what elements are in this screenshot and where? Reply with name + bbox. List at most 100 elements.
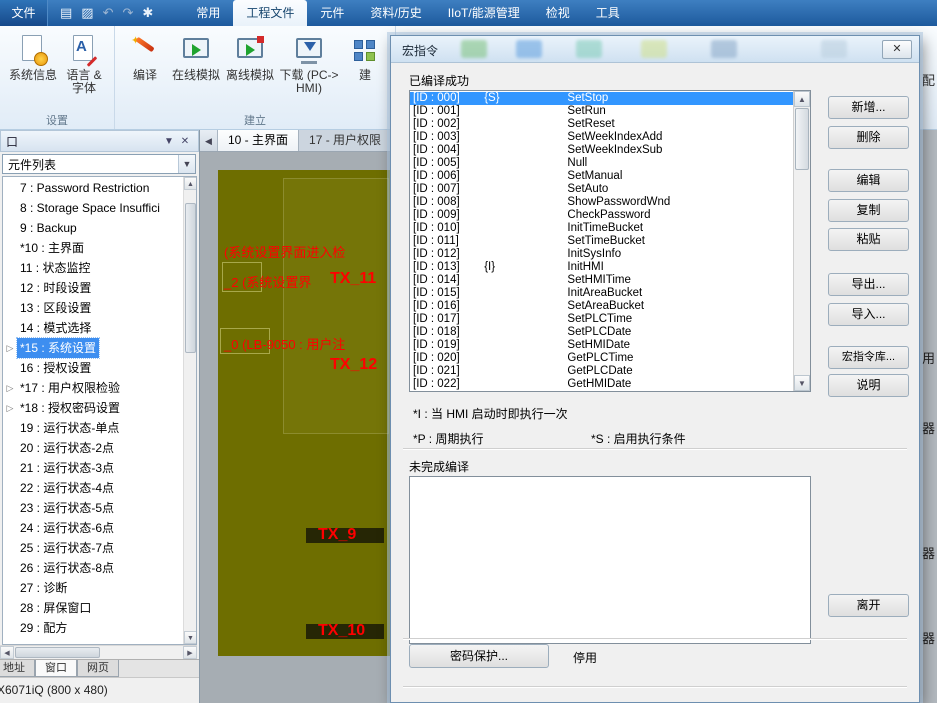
macro-row[interactable]: [ID : 006] SetManual [410,170,793,183]
panel-tab[interactable]: 窗口 [35,660,77,677]
new-button[interactable]: 新增... [828,96,909,119]
macro-row[interactable]: [ID : 017] SetPLCTime [410,313,793,326]
macro-row[interactable]: [ID : 001] SetRun [410,105,793,118]
tree-horizontal-scrollbar[interactable] [0,645,197,659]
system-info-button[interactable]: 系统信息 [6,30,60,82]
tree-item[interactable]: 27 : 诊断 [3,578,183,598]
help-button[interactable]: 说明 [828,374,909,397]
panel-dropdown-icon[interactable]: ▼ [161,136,177,147]
tree-item[interactable]: 24 : 运行状态-6点 [3,518,183,538]
chevron-down-icon[interactable]: ▼ [178,155,195,173]
scrollbar-thumb[interactable] [15,647,100,658]
tree-item[interactable]: 16 : 授权设置 [3,358,183,378]
tree-item[interactable]: 11 : 状态监控 [3,258,183,278]
close-icon[interactable]: ✕ [882,40,912,59]
tab-scroll-left-icon[interactable] [200,130,218,151]
canvas-text[interactable]: TX_9 [318,526,356,544]
tree-item[interactable]: 26 : 运行状态-8点 [3,558,183,578]
tree-item[interactable]: 9 : Backup [3,218,183,238]
scroll-down-icon[interactable] [184,631,197,644]
panel-tab[interactable]: 网页 [77,660,119,677]
macro-row[interactable]: [ID : 018] SetPLCDate [410,326,793,339]
macro-library-button[interactable]: 宏指令库... [828,346,909,369]
tree-item[interactable]: 20 : 运行状态-2点 [3,438,183,458]
canvas-text[interactable]: _2 (系统设置界 [224,272,311,291]
build-button[interactable]: 建 [341,30,389,82]
macro-row[interactable]: [ID : 013] {I} InitHMI [410,261,793,274]
compile-button[interactable]: ✦ 编译 [121,30,169,82]
import-button[interactable]: 导入... [828,303,909,326]
macro-row[interactable]: [ID : 016] SetAreaBucket [410,300,793,313]
tree-item[interactable]: 25 : 运行状态-7点 [3,538,183,558]
macro-row[interactable]: [ID : 019] SetHMIDate [410,339,793,352]
macro-row[interactable]: [ID : 008] ShowPasswordWnd [410,196,793,209]
tree-item[interactable]: 7 : Password Restriction [3,178,183,198]
delete-button[interactable]: 删除 [828,126,909,149]
scroll-left-icon[interactable] [0,646,14,659]
menu-tab[interactable]: IIoT/能源管理 [435,0,533,26]
macro-row[interactable]: [ID : 021] GetPLCDate [410,365,793,378]
macro-row[interactable]: [ID : 010] InitTimeBucket [410,222,793,235]
scrollbar-thumb[interactable] [185,203,196,353]
macro-row[interactable]: [ID : 002] SetReset [410,118,793,131]
save-icon[interactable]: ▤ [60,5,72,21]
macro-row[interactable]: [ID : 007] SetAuto [410,183,793,196]
macro-row[interactable]: [ID : 009] CheckPassword [410,209,793,222]
macro-row[interactable]: [ID : 012] InitSysInfo [410,248,793,261]
export-image-icon[interactable]: ▨ [81,5,93,21]
tree-item[interactable]: 21 : 运行状态-3点 [3,458,183,478]
panel-close-icon[interactable]: ✕ [177,136,193,147]
tree-item[interactable]: *10 : 主界面 [3,238,183,258]
macro-row[interactable]: [ID : 020] GetPLCTime [410,352,793,365]
tree-item[interactable]: 29 : 配方 [3,618,183,638]
menu-tab[interactable]: 工程文件 [233,0,307,26]
tree-vertical-scrollbar[interactable] [183,177,196,644]
list-type-combobox[interactable]: 元件列表 ▼ [2,154,196,174]
tree-item[interactable]: *15 : 系统设置 [3,338,183,358]
expand-arrow-icon[interactable] [3,338,17,358]
online-simulation-button[interactable]: 在线模拟 [169,30,223,82]
tree-item[interactable]: 19 : 运行状态-单点 [3,418,183,438]
tree-item[interactable]: 22 : 运行状态-4点 [3,478,183,498]
macro-row[interactable]: [ID : 004] SetWeekIndexSub [410,144,793,157]
redo-icon[interactable]: ↷ [123,5,134,21]
macro-row[interactable]: [ID : 015] InitAreaBucket [410,287,793,300]
leave-button[interactable]: 离开 [828,594,909,617]
menu-tab[interactable]: 元件 [307,0,357,26]
macro-row[interactable]: [ID : 005] Null [410,157,793,170]
paste-button[interactable]: 粘贴 [828,228,909,251]
canvas-text[interactable]: _0 (LB-9050 : 用户注 [224,334,345,353]
macro-row[interactable]: [ID : 003] SetWeekIndexAdd [410,131,793,144]
menu-tab[interactable]: 工具 [583,0,633,26]
pin-icon[interactable]: ✱ [142,5,153,21]
language-font-button[interactable]: A 语言 & 字体 [60,30,108,95]
uncompiled-listbox[interactable] [409,476,811,644]
undo-icon[interactable]: ↶ [103,5,114,21]
canvas-text[interactable]: TX_12 [330,356,377,374]
scrollbar-thumb[interactable] [795,108,809,170]
tree-item[interactable]: 13 : 区段设置 [3,298,183,318]
canvas-text[interactable]: TX_10 [318,622,365,640]
tree-item[interactable]: 23 : 运行状态-5点 [3,498,183,518]
file-menu-button[interactable]: 文件 [0,0,48,26]
edit-button[interactable]: 编辑 [828,169,909,192]
canvas-text[interactable]: (系统设置界面进入检 [224,242,345,261]
tree-item[interactable]: *17 : 用户权限检验 [3,378,183,398]
dialog-title-bar[interactable]: 宏指令 ✕ [391,36,919,63]
scroll-right-icon[interactable] [183,646,197,659]
canvas-text[interactable]: TX_11 [330,270,376,288]
macro-listbox[interactable]: [ID : 000] {S} SetStop [ID : 001] SetRun… [409,90,811,392]
expand-arrow-icon[interactable] [3,398,17,418]
tree-item[interactable]: 12 : 时段设置 [3,278,183,298]
copy-button[interactable]: 复制 [828,199,909,222]
tree-item[interactable]: 14 : 模式选择 [3,318,183,338]
macro-row[interactable]: [ID : 011] SetTimeBucket [410,235,793,248]
tree-item[interactable]: *18 : 授权密码设置 [3,398,183,418]
offline-simulation-button[interactable]: 离线模拟 [223,30,277,82]
scroll-down-icon[interactable] [794,375,810,391]
scroll-up-icon[interactable] [794,91,810,107]
scroll-up-icon[interactable] [184,177,197,190]
password-protect-button[interactable]: 密码保护... [409,644,549,668]
expand-arrow-icon[interactable] [3,378,17,398]
tree-item[interactable]: 8 : Storage Space Insuffici [3,198,183,218]
